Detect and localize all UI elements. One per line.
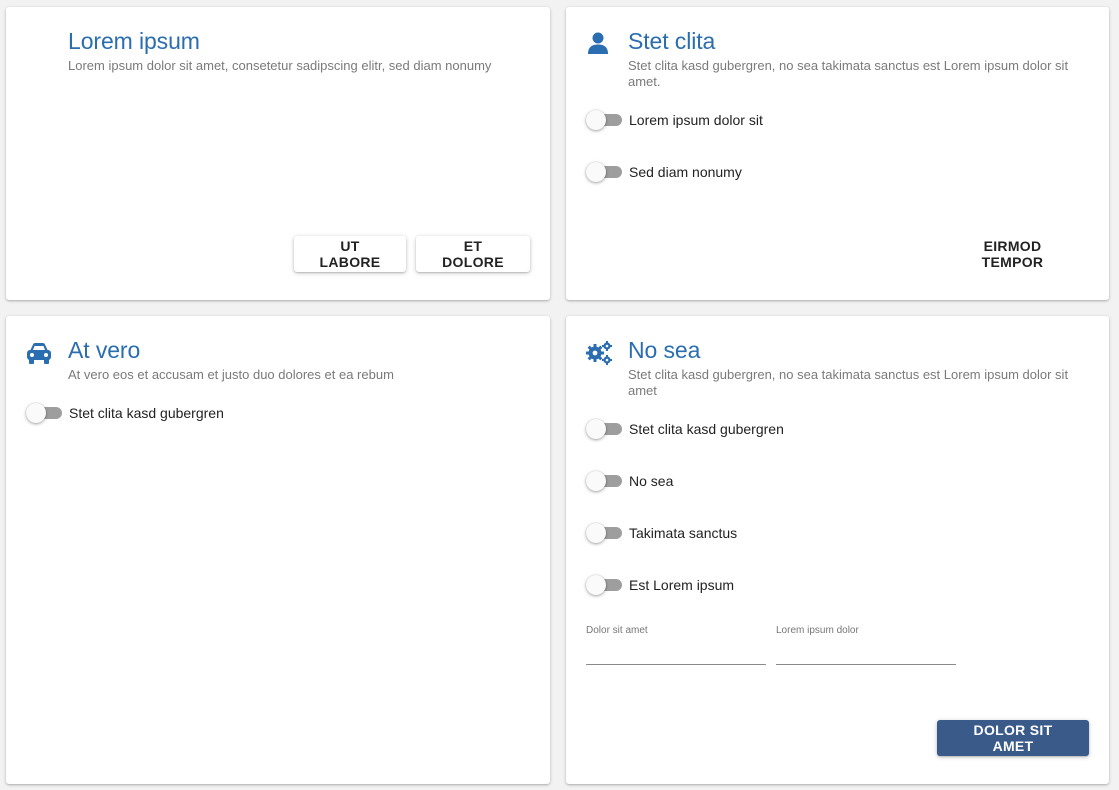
card-stet-clita: Stet clita Stet clita kasd gubergren, no…: [566, 7, 1109, 300]
ut-labore-button[interactable]: UT LABORE: [294, 236, 406, 272]
cogs-icon: [586, 341, 612, 365]
card-at-vero: At vero At vero eos et accusam et justo …: [6, 316, 550, 784]
toggle-switch[interactable]: [586, 575, 622, 595]
toggle-switch[interactable]: [586, 419, 622, 439]
card-header: Stet clita Stet clita kasd gubergren, no…: [628, 27, 1091, 90]
toggle-switch[interactable]: [586, 162, 622, 182]
user-icon: [588, 32, 608, 54]
toggle-label: Sed diam nonumy: [629, 164, 742, 180]
toggle-switch[interactable]: [586, 523, 622, 543]
toggle-row[interactable]: Est Lorem ipsum: [586, 574, 734, 596]
toggle-label: No sea: [629, 473, 674, 489]
dolor-sit-amet-input[interactable]: [586, 643, 766, 665]
card-subtitle: At vero eos et accusam et justo duo dolo…: [68, 367, 394, 382]
toggle-row[interactable]: Stet clita kasd gubergren: [26, 402, 224, 424]
car-icon: [27, 343, 51, 364]
toggle-switch[interactable]: [26, 403, 62, 423]
dolor-sit-amet-button[interactable]: DOLOR SIT AMET: [937, 720, 1089, 756]
field-label: Lorem ipsum dolor: [776, 625, 859, 636]
toggle-row[interactable]: Lorem ipsum dolor sit: [586, 109, 763, 131]
toggle-label: Stet clita kasd gubergren: [629, 421, 784, 437]
card-header: No sea Stet clita kasd gubergren, no sea…: [628, 336, 1091, 399]
lorem-ipsum-dolor-field: Lorem ipsum dolor: [776, 625, 956, 665]
toggle-row[interactable]: Stet clita kasd gubergren: [586, 418, 784, 440]
toggle-label: Est Lorem ipsum: [629, 577, 735, 593]
card-subtitle: Lorem ipsum dolor sit amet, consetetur s…: [68, 58, 492, 73]
card-no-sea: No sea Stet clita kasd gubergren, no sea…: [566, 316, 1109, 784]
et-dolore-button[interactable]: ET DOLORE: [416, 236, 530, 272]
card-title: At vero: [68, 337, 141, 363]
toggle-label: Lorem ipsum dolor sit: [629, 112, 763, 128]
dolor-sit-amet-field: Dolor sit amet: [586, 625, 766, 665]
card-header: At vero At vero eos et accusam et justo …: [68, 336, 532, 383]
toggle-label: Takimata sanctus: [629, 525, 738, 541]
toggle-switch[interactable]: [586, 471, 622, 491]
lorem-ipsum-dolor-input[interactable]: [776, 643, 956, 665]
card-subtitle: Stet clita kasd gubergren, no sea takima…: [628, 367, 1069, 398]
card-lorem-ipsum: Lorem ipsum Lorem ipsum dolor sit amet, …: [6, 7, 550, 300]
card-title: Stet clita: [628, 28, 716, 54]
card-title: No sea: [628, 337, 701, 363]
toggle-row[interactable]: Takimata sanctus: [586, 522, 737, 544]
toggle-row[interactable]: No sea: [586, 470, 673, 492]
eirmod-tempor-button[interactable]: EIRMOD TEMPOR: [936, 236, 1089, 272]
toggle-row[interactable]: Sed diam nonumy: [586, 161, 742, 183]
card-header: Lorem ipsum Lorem ipsum dolor sit amet, …: [68, 27, 532, 74]
card-subtitle: Stet clita kasd gubergren, no sea takima…: [628, 58, 1069, 89]
toggle-label: Stet clita kasd gubergren: [69, 405, 224, 421]
field-label: Dolor sit amet: [586, 625, 648, 636]
toggle-switch[interactable]: [586, 110, 622, 130]
card-title: Lorem ipsum: [68, 28, 200, 54]
